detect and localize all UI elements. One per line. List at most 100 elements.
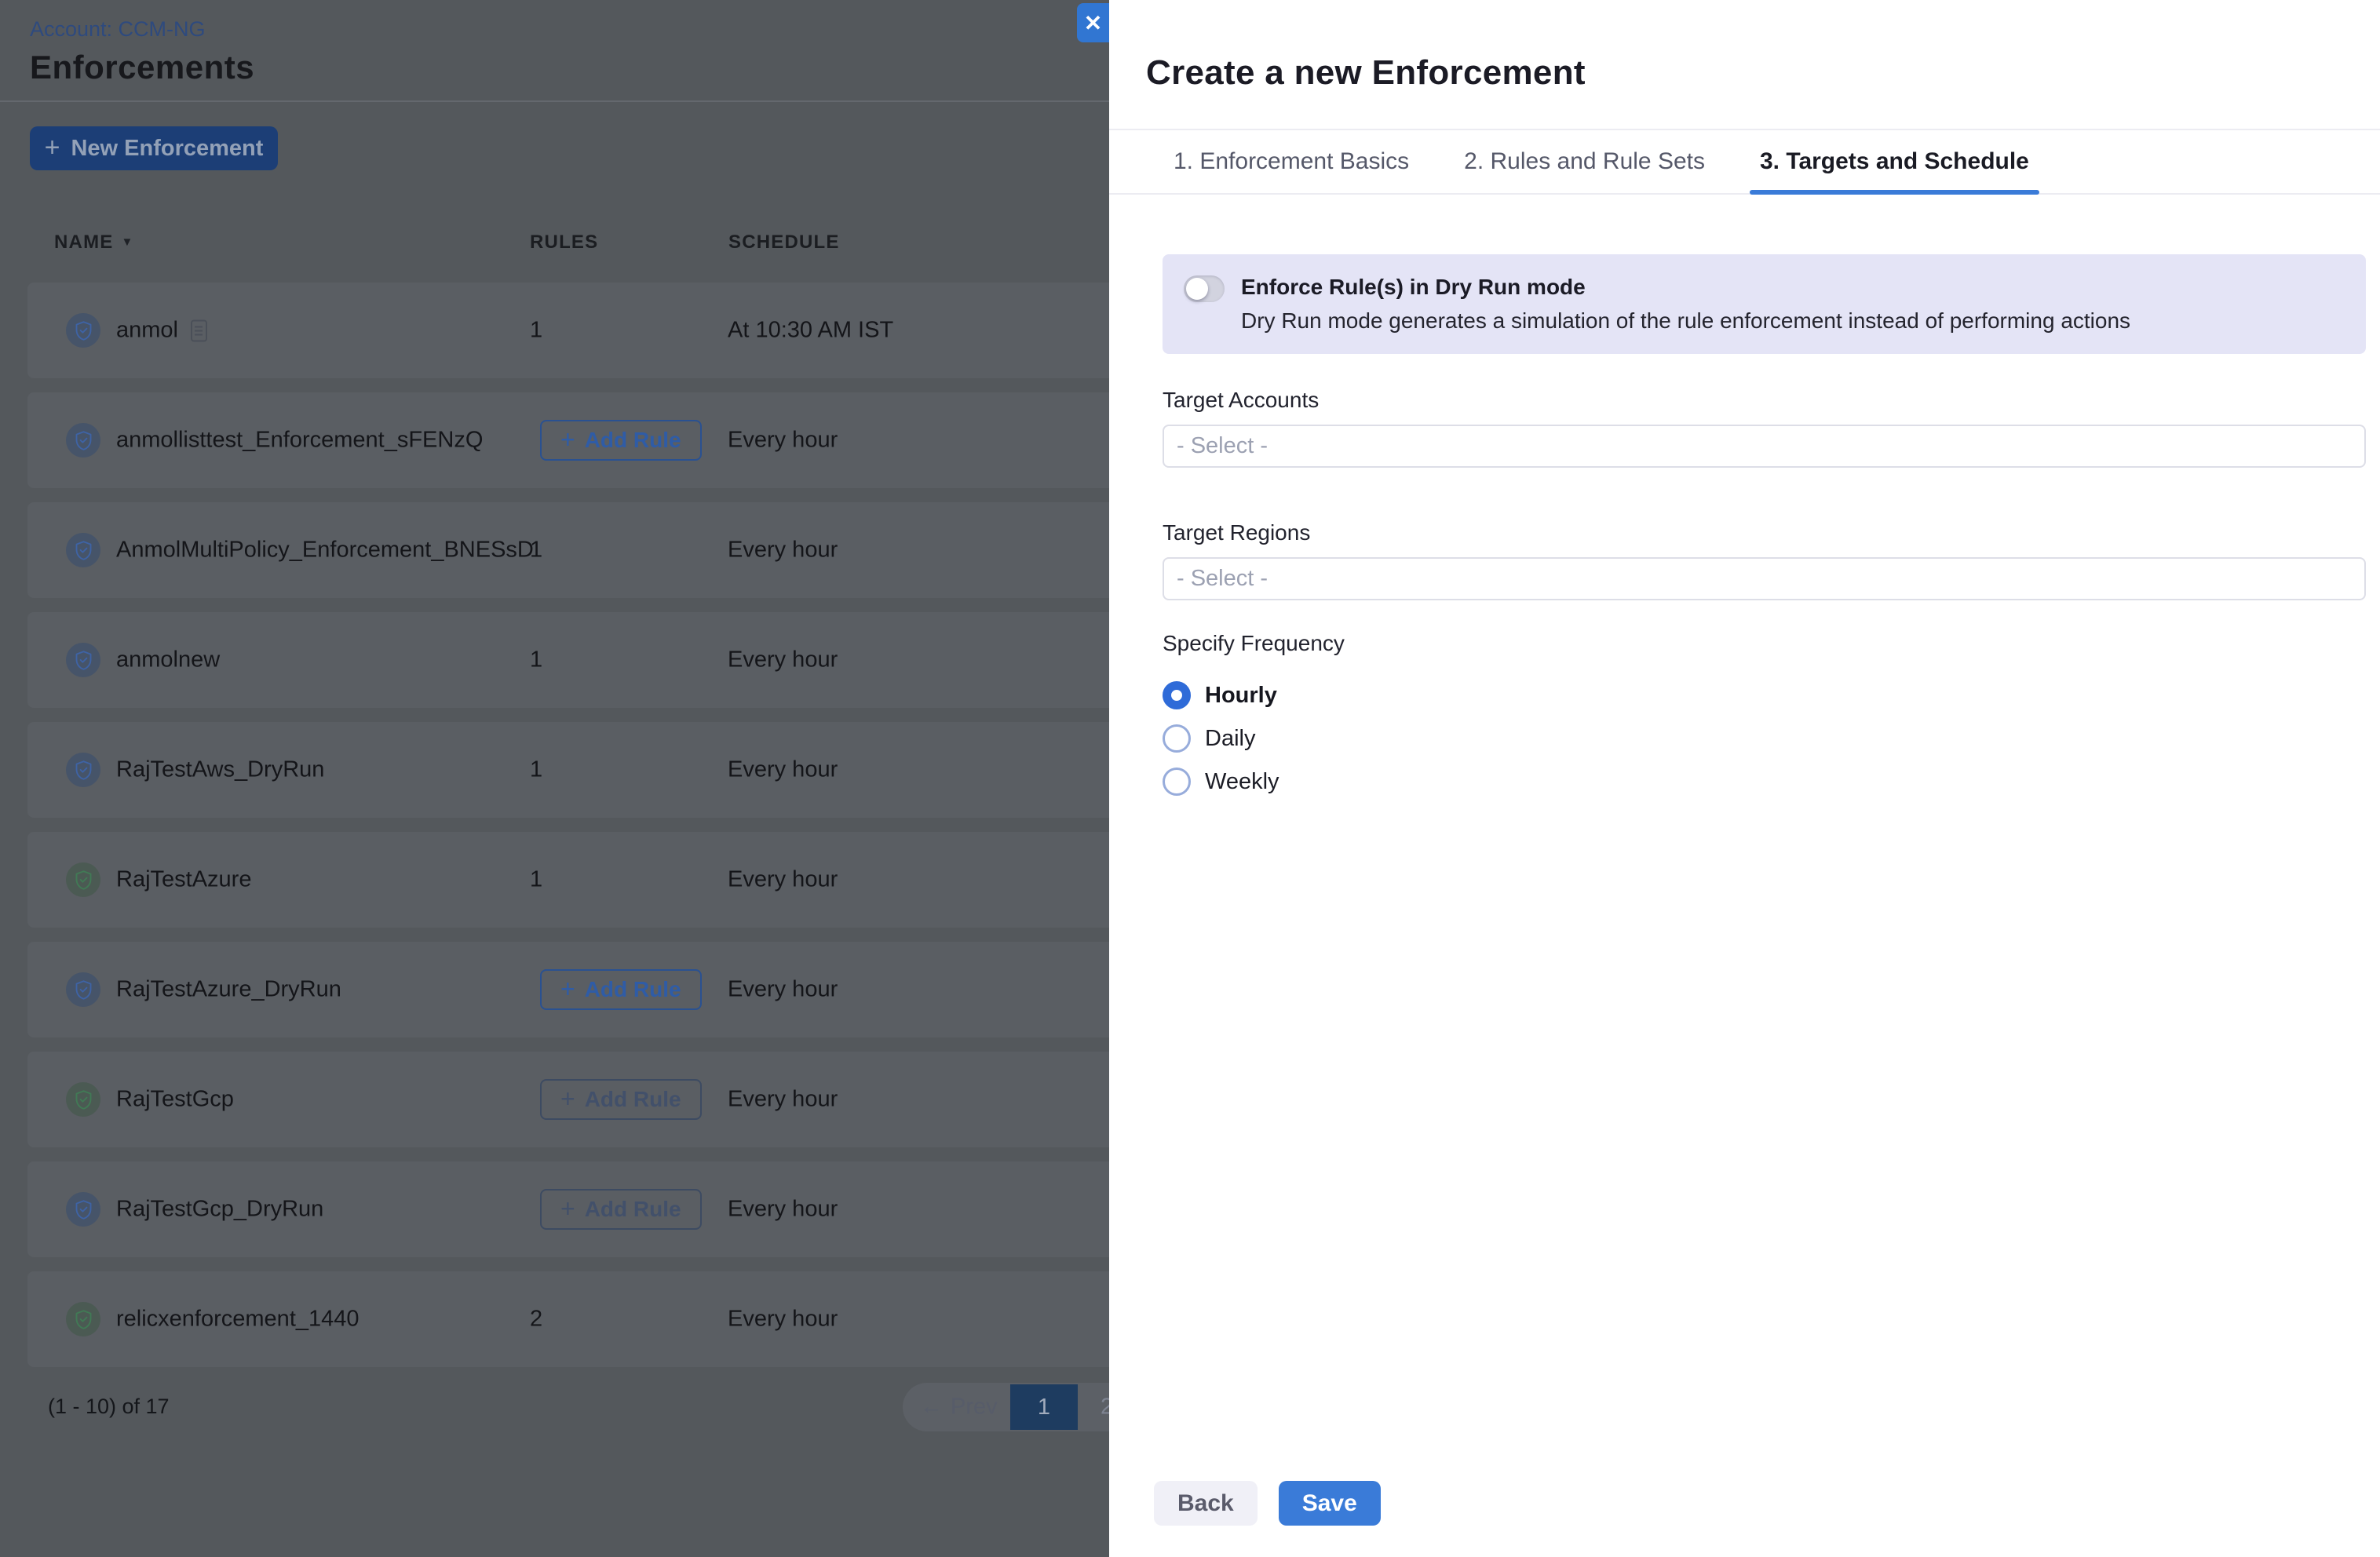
drawer-footer: Back Save bbox=[1154, 1481, 1381, 1526]
dry-run-title: Enforce Rule(s) in Dry Run mode bbox=[1241, 274, 2130, 301]
radio-unselected-icon bbox=[1163, 724, 1191, 753]
rules-count: 2 bbox=[530, 1307, 542, 1333]
plus-icon: + bbox=[45, 134, 60, 161]
column-rules-label: RULES bbox=[530, 232, 598, 253]
table-row[interactable]: RajTestAzure 1 Every hour bbox=[27, 832, 1120, 928]
column-name-label: NAME bbox=[54, 232, 113, 253]
target-regions-select[interactable]: - Select - bbox=[1163, 557, 2366, 600]
plus-icon: + bbox=[560, 1086, 575, 1111]
rules-count: 1 bbox=[530, 538, 542, 563]
column-schedule-label: SCHEDULE bbox=[728, 232, 840, 253]
enforcement-name: RajTestGcp bbox=[116, 1087, 234, 1113]
table-row[interactable]: anmol 1 At 10:30 AM IST bbox=[27, 283, 1120, 378]
toggle-knob bbox=[1186, 278, 1208, 300]
schedule-value: Every hour bbox=[728, 977, 838, 1003]
table-row[interactable]: relicxenforcement_1440 2 Every hour bbox=[27, 1271, 1120, 1367]
schedule-value: Every hour bbox=[728, 1197, 838, 1223]
drawer-title: Create a new Enforcement bbox=[1146, 53, 1586, 93]
radio-unselected-icon bbox=[1163, 768, 1191, 796]
add-rule-button-disabled: + Add Rule bbox=[540, 1189, 702, 1230]
drawer-content: Enforce Rule(s) in Dry Run mode Dry Run … bbox=[1163, 195, 2366, 808]
shield-check-icon bbox=[66, 753, 100, 787]
tab-rules-and-rule-sets[interactable]: 2. Rules and Rule Sets bbox=[1454, 130, 1715, 193]
dry-run-banner: Enforce Rule(s) in Dry Run mode Dry Run … bbox=[1163, 254, 2366, 354]
target-accounts-label: Target Accounts bbox=[1163, 388, 2366, 413]
pagination-bar: ← Prev 1 2 bbox=[903, 1383, 1119, 1431]
enforcement-name: relicxenforcement_1440 bbox=[116, 1307, 360, 1333]
table-row[interactable]: RajTestGcp + Add Rule Every hour bbox=[27, 1052, 1120, 1147]
enforcement-name: RajTestAws_DryRun bbox=[116, 757, 324, 783]
frequency-option-weekly[interactable]: Weekly bbox=[1163, 764, 1279, 799]
target-accounts-select[interactable]: - Select - bbox=[1163, 425, 2366, 468]
shield-check-icon bbox=[66, 643, 100, 677]
plus-icon: + bbox=[560, 427, 575, 452]
target-regions-label: Target Regions bbox=[1163, 520, 2366, 545]
tab-label: 2. Rules and Rule Sets bbox=[1464, 148, 1705, 175]
add-rule-label: Add Rule bbox=[585, 977, 681, 1002]
shield-check-icon bbox=[66, 972, 100, 1007]
tab-enforcement-basics[interactable]: 1. Enforcement Basics bbox=[1163, 130, 1419, 193]
add-rule-button[interactable]: + Add Rule bbox=[540, 420, 702, 461]
create-enforcement-drawer: ✕ Create a new Enforcement 1. Enforcemen… bbox=[1109, 0, 2380, 1557]
add-rule-label: Add Rule bbox=[585, 1197, 681, 1222]
frequency-option-daily[interactable]: Daily bbox=[1163, 721, 1255, 756]
table-row[interactable]: anmolnew 1 Every hour bbox=[27, 612, 1120, 708]
dry-run-text: Enforce Rule(s) in Dry Run mode Dry Run … bbox=[1241, 274, 2130, 354]
schedule-value: Every hour bbox=[728, 1307, 838, 1333]
add-rule-label: Add Rule bbox=[585, 428, 681, 453]
rules-count: 1 bbox=[530, 318, 542, 344]
enforcement-name: anmol bbox=[116, 318, 207, 344]
schedule-value: Every hour bbox=[728, 538, 838, 563]
enforcement-name: anmollisttest_Enforcement_sFENzQ bbox=[116, 428, 483, 454]
shield-check-icon bbox=[66, 862, 100, 897]
frequency-radio-group: Hourly Daily Weekly bbox=[1163, 678, 2366, 799]
shield-check-icon bbox=[66, 533, 100, 567]
frequency-option-hourly[interactable]: Hourly bbox=[1163, 678, 1277, 713]
table-row[interactable]: RajTestAws_DryRun 1 Every hour bbox=[27, 722, 1120, 818]
pagination-summary: (1 - 10) of 17 bbox=[48, 1395, 170, 1419]
rules-count: 1 bbox=[530, 867, 542, 893]
schedule-value: Every hour bbox=[728, 647, 838, 673]
description-icon bbox=[191, 319, 207, 341]
shield-check-icon bbox=[66, 1192, 100, 1227]
enforcement-name: RajTestAzure_DryRun bbox=[116, 977, 341, 1003]
page-title: Enforcements bbox=[30, 49, 254, 86]
schedule-value: Every hour bbox=[728, 1087, 838, 1113]
add-rule-label: Add Rule bbox=[585, 1087, 681, 1112]
table-row[interactable]: RajTestGcp_DryRun + Add Rule Every hour bbox=[27, 1161, 1120, 1257]
schedule-value: Every hour bbox=[728, 867, 838, 893]
tab-label: 3. Targets and Schedule bbox=[1760, 148, 2029, 175]
shield-check-icon bbox=[66, 423, 100, 458]
tab-targets-and-schedule[interactable]: 3. Targets and Schedule bbox=[1750, 130, 2039, 193]
enforcement-name: AnmolMultiPolicy_Enforcement_BNESsD bbox=[116, 538, 534, 563]
prev-label: Prev bbox=[951, 1395, 998, 1420]
column-header-schedule: SCHEDULE bbox=[728, 232, 840, 253]
schedule-value: At 10:30 AM IST bbox=[728, 318, 893, 344]
rules-count: 1 bbox=[530, 647, 542, 673]
plus-icon: + bbox=[560, 1196, 575, 1221]
column-header-name[interactable]: NAME ▼ bbox=[54, 232, 134, 253]
plus-icon: + bbox=[560, 976, 575, 1001]
arrow-left-icon: ← bbox=[920, 1395, 943, 1420]
specify-frequency-label: Specify Frequency bbox=[1163, 631, 2366, 656]
dry-run-description: Dry Run mode generates a simulation of t… bbox=[1241, 308, 2130, 334]
pagination-page-1[interactable]: 1 bbox=[1010, 1384, 1078, 1430]
back-button[interactable]: Back bbox=[1154, 1481, 1258, 1526]
add-rule-button[interactable]: + Add Rule bbox=[540, 969, 702, 1010]
new-enforcement-button[interactable]: + New Enforcement bbox=[30, 126, 278, 170]
select-placeholder: - Select - bbox=[1177, 566, 1268, 592]
breadcrumb[interactable]: Account: CCM-NG bbox=[30, 17, 206, 42]
table-row[interactable]: anmollisttest_Enforcement_sFENzQ + Add R… bbox=[27, 392, 1120, 488]
table-row[interactable]: AnmolMultiPolicy_Enforcement_BNESsD 1 Ev… bbox=[27, 502, 1120, 598]
schedule-value: Every hour bbox=[728, 428, 838, 454]
add-rule-button-disabled: + Add Rule bbox=[540, 1079, 702, 1120]
close-button[interactable]: ✕ bbox=[1077, 3, 1109, 42]
radio-label: Daily bbox=[1205, 726, 1255, 752]
enforcement-name: anmolnew bbox=[116, 647, 220, 673]
save-button[interactable]: Save bbox=[1279, 1481, 1381, 1526]
shield-check-icon bbox=[66, 1082, 100, 1117]
table-row[interactable]: RajTestAzure_DryRun + Add Rule Every hou… bbox=[27, 942, 1120, 1037]
sort-caret-icon: ▼ bbox=[121, 235, 133, 249]
radio-label: Hourly bbox=[1205, 683, 1277, 709]
dry-run-toggle[interactable] bbox=[1184, 275, 1225, 302]
